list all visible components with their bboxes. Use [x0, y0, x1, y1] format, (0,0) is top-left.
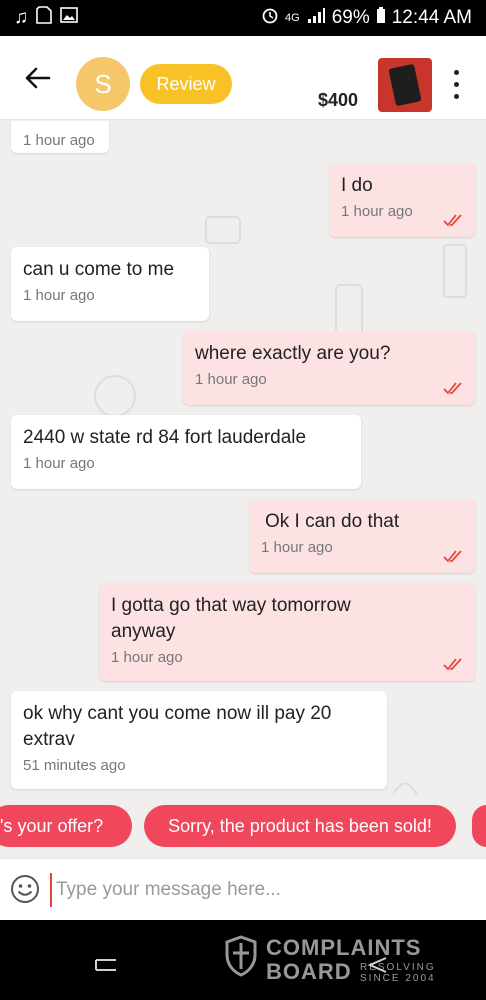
watermark-line2: BOARD: [266, 959, 352, 984]
alarm-icon: [261, 6, 279, 30]
product-thumbnail[interactable]: [378, 58, 432, 112]
message-text: 2440 w state rd 84 fort lauderdale: [23, 427, 307, 448]
network-type: 4G: [285, 12, 300, 24]
message-text: I gotta go that way tomorrow anyway: [111, 595, 351, 642]
double-check-icon: [443, 550, 462, 563]
status-bar: ♫ 4G 69% 12:44 AM: [0, 0, 486, 36]
back-button[interactable]: [20, 60, 56, 96]
message-time: 51 minutes ago: [23, 757, 126, 774]
chat-header: S Review $400: [0, 36, 486, 120]
avatar[interactable]: S: [76, 57, 130, 111]
message-sent[interactable]: where exactly are you? 1 hour ago: [183, 331, 475, 405]
double-check-icon: [443, 658, 462, 671]
message-time: 1 hour ago: [23, 455, 95, 472]
battery-percent: 69%: [331, 7, 370, 28]
message-received[interactable]: 2440 w state rd 84 fort lauderdale 1 hou…: [11, 415, 361, 489]
more-vertical-icon: [453, 69, 459, 75]
message-time: 1 hour ago: [195, 371, 267, 388]
status-notifications: ♫: [14, 6, 79, 30]
quick-reply-offer[interactable]: 's your offer?: [0, 805, 132, 847]
message-text: I do: [341, 175, 373, 196]
quick-replies: 's your offer? Sorry, the product has be…: [0, 805, 486, 847]
system-back-icon[interactable]: [364, 954, 390, 976]
message-text: ok why cant you come now ill pay 20 extr…: [23, 703, 332, 750]
message-sent[interactable]: I do 1 hour ago: [329, 163, 475, 237]
message-time: 1 hour ago: [23, 132, 95, 149]
battery-icon: [376, 6, 386, 30]
message-text: can u come to me: [23, 259, 175, 280]
shield-icon: [225, 935, 257, 977]
review-button[interactable]: Review: [140, 64, 232, 104]
message-time: 1 hour ago: [111, 649, 183, 666]
message-time: 1 hour ago: [23, 287, 95, 304]
message-sent[interactable]: Ok I can do that 1 hour ago: [249, 499, 475, 573]
quick-reply-sold[interactable]: Sorry, the product has been sold!: [144, 805, 456, 847]
smiley-icon[interactable]: [10, 874, 40, 904]
image-icon: [60, 7, 79, 29]
message-time: 1 hour ago: [261, 539, 333, 556]
double-check-icon: [443, 214, 462, 227]
message-received[interactable]: ok why cant you come now ill pay 20 extr…: [11, 691, 387, 789]
recent-apps-icon[interactable]: [92, 954, 120, 976]
message-text: where exactly are you?: [195, 343, 391, 364]
signal-icon: [306, 7, 326, 29]
watermark-line1: COMPLAINTS: [266, 935, 422, 960]
more-options-button[interactable]: [448, 66, 464, 102]
message-sent[interactable]: I gotta go that way tomorrow anyway 1 ho…: [99, 583, 475, 681]
double-check-icon: [443, 382, 462, 395]
message-input[interactable]: [50, 873, 470, 907]
quick-reply-next[interactable]: [472, 805, 486, 847]
music-icon: ♫: [14, 7, 29, 28]
product-price: $400: [318, 90, 359, 110]
sd-card-icon: [36, 6, 53, 30]
arrow-left-icon: [25, 67, 51, 89]
system-nav-bar: COMPLAINTS BOARD RESOLVING SINCE 2004: [0, 920, 486, 1000]
message-text: Ok I can do that: [265, 511, 400, 532]
message-received[interactable]: can u come to me 1 hour ago: [11, 247, 209, 321]
message-list[interactable]: 1 hour ago I do 1 hour ago can u come to…: [0, 121, 486, 795]
watermark: COMPLAINTS BOARD RESOLVING SINCE 2004: [224, 935, 444, 985]
composer: [0, 858, 486, 920]
message-received[interactable]: 1 hour ago: [11, 121, 109, 153]
clock: 12:44 AM: [391, 7, 472, 28]
